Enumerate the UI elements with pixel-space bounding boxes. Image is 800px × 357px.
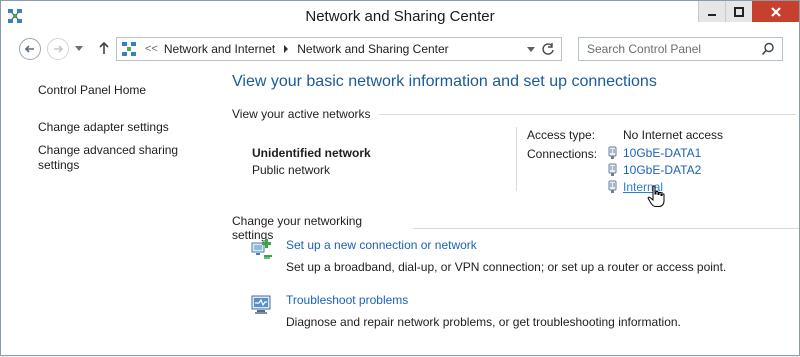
ethernet-icon (608, 163, 617, 176)
main-content: View your basic network information and … (213, 67, 799, 357)
troubleshoot-problems-link[interactable]: Troubleshoot problems (286, 293, 408, 307)
arrow-right-icon (54, 45, 64, 53)
address-bar[interactable]: << Network and Internet Network and Shar… (116, 37, 562, 61)
minimize-icon (708, 13, 716, 16)
caption-buttons (698, 1, 799, 22)
divider (412, 227, 799, 229)
window: Network and Sharing Center << Network an… (0, 0, 800, 356)
search-box[interactable] (578, 37, 783, 61)
setup-connection-description: Set up a broadband, dial-up, or VPN conn… (286, 260, 727, 274)
maximize-icon (734, 6, 744, 17)
ethernet-icon (608, 146, 617, 159)
network-name: Unidentified network (252, 146, 371, 160)
connection-link-10gbe-data1[interactable]: 10GbE-DATA1 (623, 146, 701, 160)
vertical-divider (516, 127, 517, 191)
breadcrumb-network-and-sharing-center[interactable]: Network and Sharing Center (297, 42, 448, 56)
minimize-button[interactable] (698, 1, 725, 22)
breadcrumb-network-and-internet[interactable]: Network and Internet (164, 42, 275, 56)
recent-locations-dropdown[interactable] (75, 46, 83, 51)
change-advanced-sharing-settings-link[interactable]: Change advanced sharing settings (38, 143, 198, 173)
up-arrow-icon[interactable] (97, 40, 111, 56)
maximize-button[interactable] (725, 1, 752, 22)
page-title: View your basic network information and … (232, 73, 657, 90)
navigation-bar: << Network and Internet Network and Shar… (1, 34, 799, 64)
close-icon (770, 6, 781, 17)
network-category[interactable]: Public network (252, 163, 330, 177)
window-title: Network and Sharing Center (305, 8, 495, 25)
access-type-label: Access type: (527, 128, 596, 142)
breadcrumb-separator-icon[interactable] (284, 45, 289, 53)
forward-button[interactable] (47, 38, 69, 60)
setup-connection-link[interactable]: Set up a new connection or network (286, 238, 477, 252)
divider (378, 113, 796, 115)
connections-label: Connections: (527, 147, 598, 161)
active-networks-heading-text: View your active networks (232, 107, 371, 121)
troubleshoot-description: Diagnose and repair network problems, or… (286, 315, 681, 329)
refresh-icon[interactable] (541, 42, 555, 56)
title-bar[interactable]: Network and Sharing Center (1, 1, 799, 31)
arrow-left-icon (24, 45, 34, 53)
breadcrumb-overflow[interactable]: << (145, 43, 158, 55)
search-input[interactable] (579, 38, 759, 60)
search-icon[interactable] (761, 42, 775, 56)
troubleshoot-icon[interactable] (250, 292, 274, 316)
ethernet-icon (608, 180, 617, 193)
connection-item[interactable]: 10GbE-DATA1 (608, 146, 701, 160)
control-panel-home-link[interactable]: Control Panel Home (38, 83, 146, 98)
control-panel-icon (122, 42, 136, 56)
active-networks-heading: View your active networks (232, 107, 799, 121)
address-history-dropdown[interactable] (527, 47, 535, 52)
access-type-value: No Internet access (623, 128, 724, 142)
left-task-pane: Control Panel Home Change adapter settin… (1, 67, 213, 357)
hand-cursor-icon (647, 185, 665, 207)
back-button[interactable] (19, 38, 41, 60)
new-connection-icon[interactable] (250, 237, 274, 261)
change-adapter-settings-link[interactable]: Change adapter settings (38, 120, 169, 135)
close-button[interactable] (752, 1, 799, 22)
connection-link-10gbe-data2[interactable]: 10GbE-DATA2 (623, 163, 701, 177)
connection-item[interactable]: 10GbE-DATA2 (608, 163, 701, 177)
